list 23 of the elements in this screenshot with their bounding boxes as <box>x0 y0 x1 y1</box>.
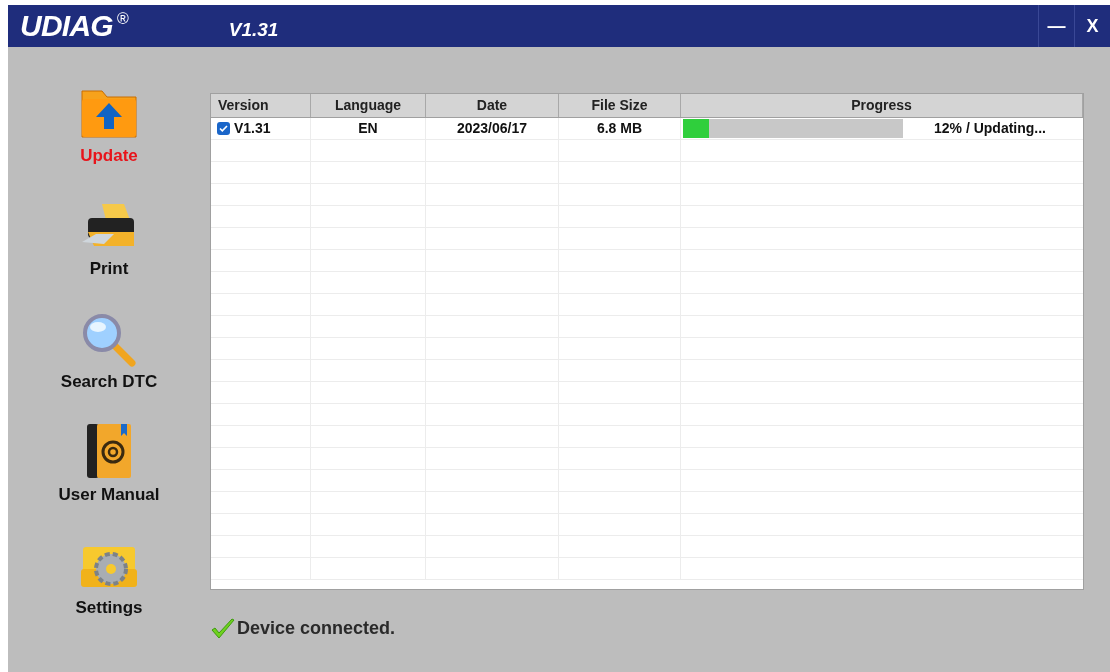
column-header[interactable]: Version <box>211 94 311 117</box>
row-checkbox[interactable] <box>217 122 230 135</box>
check-icon <box>219 124 228 133</box>
column-header[interactable]: Date <box>426 94 559 117</box>
column-header[interactable]: Progress <box>681 94 1083 117</box>
table-cell: 6.8 MB <box>559 118 681 139</box>
check-icon <box>210 617 236 640</box>
status-message: Device connected. <box>237 617 396 640</box>
table-cell: 2023/06/17 <box>426 118 559 139</box>
version-label: V1.31 <box>228 17 279 42</box>
nav-item[interactable]: User Manual <box>58 412 160 507</box>
minimize-button[interactable]: — <box>1038 5 1074 47</box>
column-header[interactable]: Language <box>311 94 426 117</box>
column-header[interactable]: File Size <box>559 94 681 117</box>
progress-status: 12% / Updating... <box>934 119 1046 138</box>
registered-mark: ® <box>116 9 129 29</box>
nav-item[interactable]: Settings <box>75 525 143 620</box>
nav-item[interactable]: Search DTC <box>60 299 158 394</box>
app-logo: UDIAG <box>20 11 113 41</box>
close-button[interactable]: X <box>1074 5 1110 47</box>
table-cell-text: V1.31 <box>234 119 271 138</box>
nav-item[interactable]: Print <box>80 186 138 281</box>
table-cell: EN <box>311 118 426 139</box>
